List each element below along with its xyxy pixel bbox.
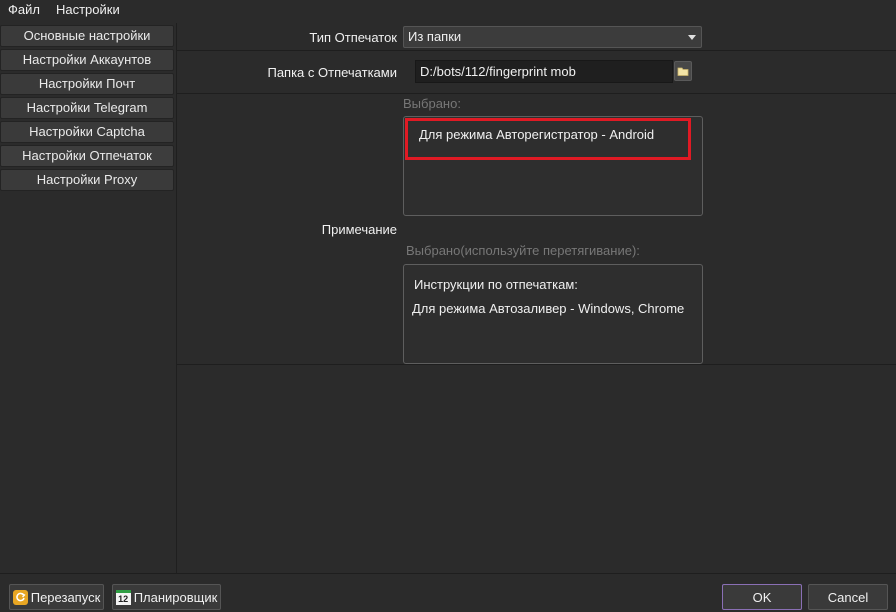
note-label: Примечание <box>321 222 397 237</box>
restart-label: Перезапуск <box>30 589 101 605</box>
calendar-icon: 12 <box>115 589 131 605</box>
sidebar-item-proxy[interactable]: Настройки Proxy <box>0 169 174 191</box>
fingerprint-type-select[interactable]: Из папки <box>403 26 702 48</box>
settings-panel: Тип Отпечаток Из папки Папка с Отпечатка… <box>176 23 896 573</box>
fingerprint-type-label: Тип Отпечаток <box>309 30 397 45</box>
divider <box>177 93 896 94</box>
menu-file[interactable]: Файл <box>0 0 48 19</box>
scheduler-button[interactable]: 12 Планировщик <box>112 584 221 610</box>
sidebar-item-telegram[interactable]: Настройки Telegram <box>0 97 174 119</box>
bottom-bar: Перезапуск 12 Планировщик OK Cancel <box>0 573 896 612</box>
sidebar-item-fingerprints[interactable]: Настройки Отпечаток <box>0 145 174 167</box>
instructions-title: Инструкции по отпечаткам: <box>414 277 578 292</box>
fingerprint-folder-label: Папка с Отпечатками <box>267 65 397 80</box>
scheduler-label: Планировщик <box>133 589 218 605</box>
menu-bar: Файл Настройки <box>0 0 896 19</box>
cancel-button[interactable]: Cancel <box>808 584 888 610</box>
sidebar-item-mail[interactable]: Настройки Почт <box>0 73 174 95</box>
selected-drag-hint: Выбрано(используйте перетягивание): <box>406 243 640 258</box>
sidebar-item-captcha[interactable]: Настройки Captcha <box>0 121 174 143</box>
selected-hint: Выбрано: <box>403 96 461 111</box>
fingerprint-type-value: Из папки <box>408 29 462 44</box>
fingerprint-folder-field[interactable]: D:/bots/112/fingerprint mob <box>415 60 673 83</box>
refresh-icon <box>12 589 28 605</box>
red-highlight-frame <box>405 118 691 160</box>
menu-settings[interactable]: Настройки <box>48 0 128 19</box>
instructions-text: Для режима Автозаливер - Windows, Chrome <box>412 301 685 316</box>
sidebar: Основные настройки Настройки Аккаунтов Н… <box>0 23 175 573</box>
folder-icon <box>677 67 689 76</box>
chevron-down-icon <box>688 35 696 40</box>
instructions-box[interactable]: Инструкции по отпечаткам: Для режима Авт… <box>403 264 703 364</box>
browse-folder-button[interactable] <box>674 61 692 81</box>
ok-button[interactable]: OK <box>722 584 802 610</box>
divider <box>177 364 896 365</box>
sidebar-item-accounts[interactable]: Настройки Аккаунтов <box>0 49 174 71</box>
restart-button[interactable]: Перезапуск <box>9 584 104 610</box>
divider <box>177 50 896 51</box>
sidebar-item-main-settings[interactable]: Основные настройки <box>0 25 174 47</box>
